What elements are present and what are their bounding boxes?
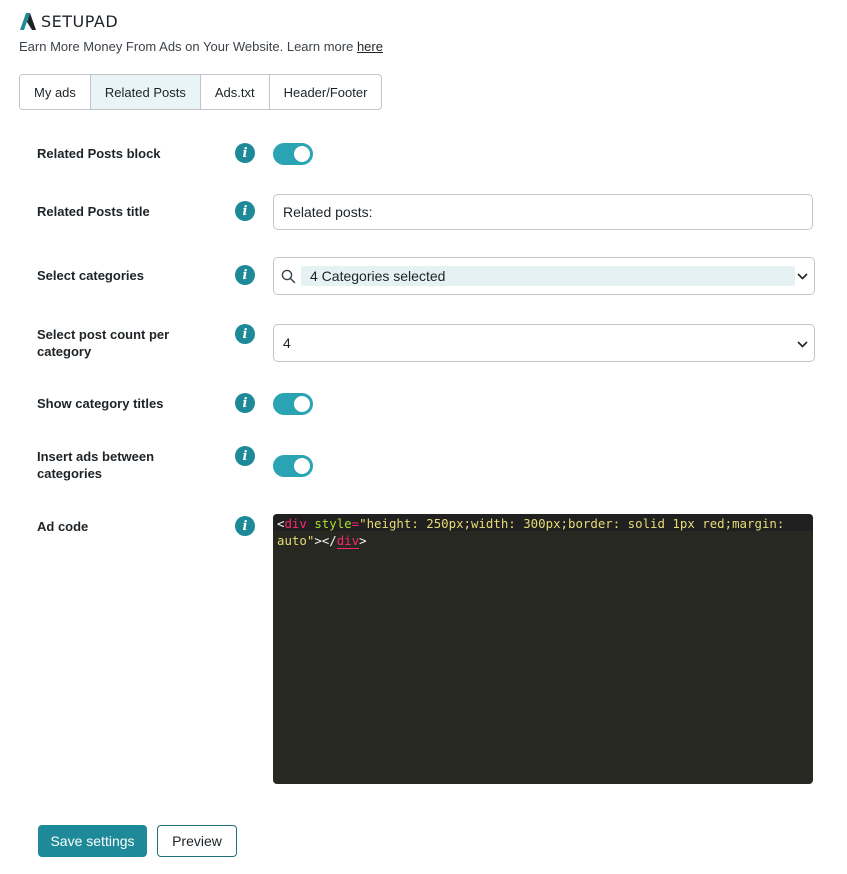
chevron-down-icon[interactable] [797,341,808,348]
preview-button[interactable]: Preview [157,825,237,857]
related-posts-block-toggle[interactable] [273,143,313,165]
save-settings-button[interactable]: Save settings [38,825,147,857]
ad-code-editor[interactable]: <div style="height: 250px;width: 300px;b… [273,514,813,784]
tagline: Earn More Money From Ads on Your Website… [19,39,383,54]
setupad-logo: SETUPAD [20,12,118,31]
toggle-knob [294,146,310,162]
show-category-titles-toggle[interactable] [273,393,313,415]
logo-mark-icon [20,13,36,30]
post-count-value: 4 [283,335,291,351]
related-posts-title-input[interactable] [273,194,813,230]
insert-ads-between-label: Insert ads between categories [37,449,155,481]
code-token: ></ [314,533,337,548]
ad-code-content[interactable]: <div style="height: 250px;width: 300px;b… [277,515,807,549]
logo-text: SETUPAD [41,12,119,31]
toggle-knob [294,396,310,412]
tab-related-posts[interactable]: Related Posts [90,75,201,109]
info-icon[interactable]: i [235,265,255,285]
code-token: style [314,516,352,531]
learn-more-link[interactable]: here [357,39,383,54]
post-count-select[interactable]: 4 [273,324,815,362]
chevron-down-icon[interactable] [797,273,808,280]
select-categories-label: Select categories [37,268,144,283]
info-icon[interactable]: i [235,201,255,221]
tagline-text: Earn More Money From Ads on Your Website… [19,39,357,54]
insert-ads-between-toggle[interactable] [273,455,313,477]
info-icon[interactable]: i [235,143,255,163]
info-icon[interactable]: i [235,516,255,536]
info-icon[interactable]: i [235,446,255,466]
tab-ads-txt[interactable]: Ads.txt [200,75,270,109]
info-icon[interactable]: i [235,324,255,344]
categories-multiselect[interactable]: 4 Categories selected [273,257,815,295]
related-posts-title-label: Related Posts title [37,204,150,219]
info-icon[interactable]: i [235,393,255,413]
post-count-label: Select post count per category [37,327,170,359]
related-posts-block-label: Related Posts block [37,146,161,161]
code-token: = [351,516,360,531]
toggle-knob [294,458,310,474]
categories-selected-chip: 4 Categories selected [301,266,795,286]
tab-my-ads[interactable]: My ads [20,75,91,109]
tab-header-footer[interactable]: Header/Footer [269,75,382,109]
code-token: div [284,516,307,531]
search-icon [281,269,296,284]
ad-code-label: Ad code [37,519,89,534]
code-token: > [359,533,367,548]
show-category-titles-label: Show category titles [37,396,164,411]
tab-bar: My ads Related Posts Ads.txt Header/Foot… [19,74,383,110]
code-token: div [336,533,360,549]
